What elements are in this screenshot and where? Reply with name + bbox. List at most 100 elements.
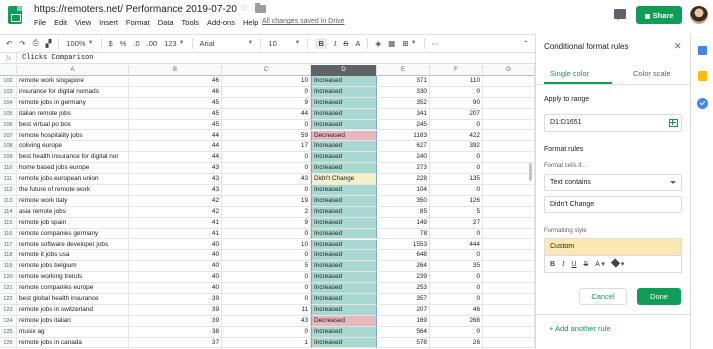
cell-clicks-previous[interactable]: 0	[222, 152, 311, 164]
currency-format-button[interactable]: $	[109, 39, 113, 48]
cell-clicks-previous[interactable]: 0	[222, 86, 311, 98]
cell-clicks-current[interactable]: 43	[129, 185, 222, 196]
cell-impressions-current[interactable]: 253	[377, 283, 430, 294]
row-number[interactable]: 126	[0, 337, 17, 349]
cell-clicks-comparison[interactable]: Increased	[311, 294, 377, 305]
style-underline-button[interactable]: U	[571, 261, 576, 268]
row-number[interactable]: 110	[0, 163, 17, 175]
cell-clicks-current[interactable]: 45	[129, 119, 222, 131]
cell-clicks-comparison[interactable]: Increased	[311, 304, 377, 316]
cell-impressions-current[interactable]: 371	[377, 76, 430, 87]
font-size-select[interactable]: 10	[268, 39, 292, 48]
cell-impressions-previous[interactable]: 0	[430, 119, 483, 131]
cell-empty[interactable]	[483, 228, 535, 240]
menu-view[interactable]: View	[75, 18, 91, 27]
menu-insert[interactable]: Insert	[99, 18, 118, 27]
cell-clicks-comparison[interactable]: Increased	[311, 97, 377, 109]
cell-clicks-current[interactable]: 43	[129, 174, 222, 185]
row-number[interactable]: 102	[0, 76, 17, 87]
star-icon[interactable]: ☆	[240, 3, 249, 14]
cell-impressions-current[interactable]: 264	[377, 261, 430, 273]
row-number[interactable]: 124	[0, 315, 17, 327]
cell-clicks-current[interactable]: 40	[129, 261, 222, 273]
add-another-rule-link[interactable]: + Add another rule	[549, 324, 611, 333]
row-number[interactable]: 117	[0, 239, 17, 251]
cell-clicks-current[interactable]: 46	[129, 76, 222, 87]
cell-clicks-current[interactable]: 40	[129, 283, 222, 294]
column-header-g[interactable]: G	[483, 65, 535, 76]
cell-clicks-previous[interactable]: 19	[222, 195, 311, 207]
cell-keyword[interactable]: remote jobs in germany	[17, 97, 129, 109]
menu-tools[interactable]: Tools	[182, 18, 200, 27]
cell-clicks-comparison[interactable]: Increased	[311, 272, 377, 284]
cell-impressions-previous[interactable]: 0	[430, 86, 483, 98]
cell-impressions-current[interactable]: 228	[377, 174, 430, 185]
cell-keyword[interactable]: remote jobs in switzerland	[17, 304, 129, 316]
cell-clicks-comparison[interactable]: Increased	[311, 217, 377, 229]
cell-empty[interactable]	[483, 337, 535, 349]
cancel-button[interactable]: Cancel	[579, 288, 627, 305]
cell-impressions-current[interactable]: 245	[377, 119, 430, 131]
cell-impressions-previous[interactable]: 126	[430, 195, 483, 207]
column-header-d[interactable]: D	[311, 65, 377, 76]
cell-clicks-comparison[interactable]: Increased	[311, 195, 377, 207]
select-range-icon[interactable]	[669, 119, 678, 127]
cell-keyword[interactable]: remote companies germany	[17, 228, 129, 240]
cell-clicks-previous[interactable]: 43	[222, 174, 311, 185]
cell-clicks-previous[interactable]: 17	[222, 141, 311, 153]
cell-keyword[interactable]: remote jobs european union	[17, 174, 129, 185]
cell-impressions-previous[interactable]: 0	[430, 228, 483, 240]
row-number[interactable]: 118	[0, 250, 17, 262]
row-number[interactable]: 107	[0, 130, 17, 142]
cell-clicks-previous[interactable]: 0	[222, 163, 311, 175]
row-number[interactable]: 104	[0, 97, 17, 109]
cell-impressions-previous[interactable]: 110	[430, 76, 483, 87]
cell-impressions-current[interactable]: 564	[377, 326, 430, 338]
cell-impressions-previous[interactable]: 27	[430, 217, 483, 229]
done-button[interactable]: Done	[637, 288, 681, 305]
cell-clicks-current[interactable]: 41	[129, 217, 222, 229]
cell-empty[interactable]	[483, 195, 535, 207]
cell-clicks-previous[interactable]: 44	[222, 108, 311, 120]
cell-clicks-previous[interactable]: 1	[222, 337, 311, 349]
menu-help[interactable]: Help	[243, 18, 258, 27]
cell-keyword[interactable]: remote jobs italian	[17, 315, 129, 327]
cell-empty[interactable]	[483, 239, 535, 251]
cell-clicks-current[interactable]: 44	[129, 152, 222, 164]
cell-empty[interactable]	[483, 163, 535, 175]
range-input[interactable]: D1:D1651	[544, 114, 682, 132]
cell-impressions-previous[interactable]: 35	[430, 261, 483, 273]
cell-clicks-current[interactable]: 42	[129, 195, 222, 207]
cell-impressions-previous[interactable]: 444	[430, 239, 483, 251]
cell-keyword[interactable]: best health insurance for digital nor	[17, 152, 129, 164]
cell-impressions-previous[interactable]: 5	[430, 206, 483, 218]
cell-impressions-current[interactable]: 1553	[377, 239, 430, 251]
comment-icon[interactable]	[614, 9, 626, 20]
cell-clicks-previous[interactable]: 0	[222, 119, 311, 131]
cell-keyword[interactable]: remote work italy	[17, 195, 129, 207]
cell-clicks-comparison[interactable]: Increased	[311, 261, 377, 273]
cell-clicks-comparison[interactable]: Increased	[311, 326, 377, 338]
cell-impressions-previous[interactable]: 26	[430, 337, 483, 349]
row-number[interactable]: 103	[0, 86, 17, 98]
cell-keyword[interactable]: insurance for digital nomads	[17, 86, 129, 98]
cell-keyword[interactable]: remote jobs belgium	[17, 261, 129, 273]
cell-empty[interactable]	[483, 174, 535, 185]
cell-keyword[interactable]: remote software developer jobs	[17, 239, 129, 251]
cell-clicks-comparison[interactable]: Increased	[311, 119, 377, 131]
cell-impressions-previous[interactable]: 0	[430, 272, 483, 284]
document-title[interactable]: https://remoters.net/ Performance 2019-0…	[34, 4, 237, 15]
calendar-icon[interactable]	[698, 46, 707, 55]
cell-clicks-previous[interactable]: 0	[222, 185, 311, 196]
menu-addons[interactable]: Add-ons	[207, 18, 235, 27]
column-header-f[interactable]: F	[430, 65, 483, 76]
redo-icon[interactable]: ↷	[19, 39, 25, 48]
cell-clicks-comparison[interactable]: Increased	[311, 185, 377, 196]
cell-clicks-current[interactable]: 41	[129, 228, 222, 240]
cell-keyword[interactable]: musix ag	[17, 326, 129, 338]
cell-keyword[interactable]: remote it jobs usa	[17, 250, 129, 262]
cell-clicks-previous[interactable]: 43	[222, 315, 311, 327]
cell-impressions-previous[interactable]: 392	[430, 141, 483, 153]
row-number[interactable]: 109	[0, 152, 17, 164]
cell-keyword[interactable]: remote working trends	[17, 272, 129, 284]
